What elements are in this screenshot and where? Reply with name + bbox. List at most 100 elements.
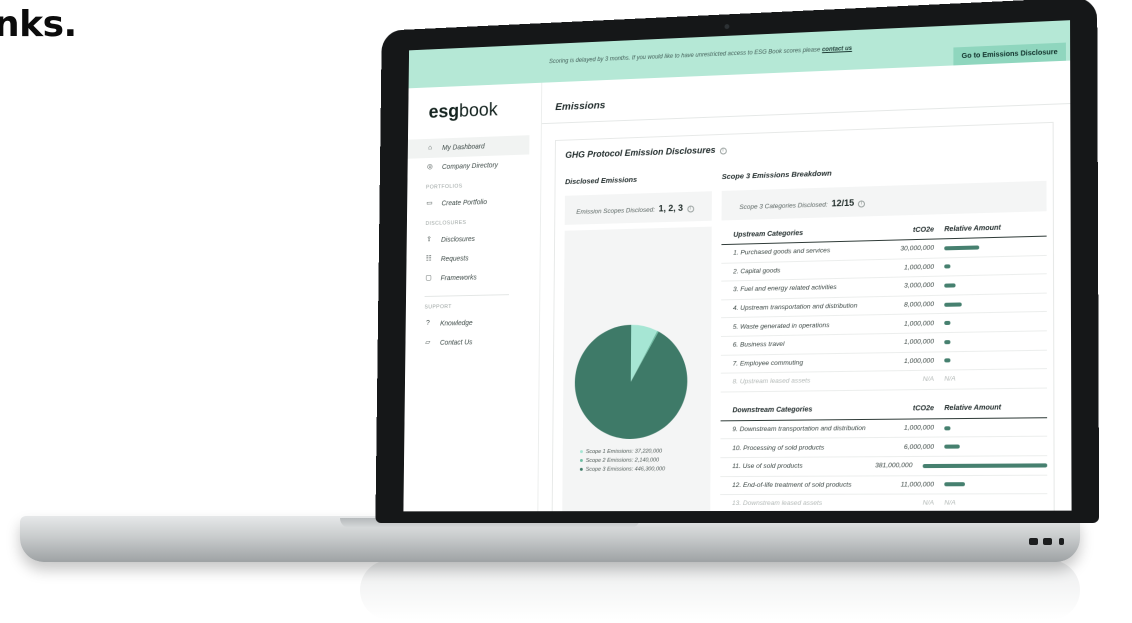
sidebar-item-label: Frameworks xyxy=(440,274,477,282)
usb-port-icon xyxy=(1043,538,1052,545)
emissions-chart-area: Scope 1 Emissions: 37,220,000 Scope 2 Emi… xyxy=(562,226,712,512)
legend-label: Scope 2 Emissions: 2,140,000 xyxy=(585,457,660,464)
category-value: 1,000,000 xyxy=(903,357,935,365)
legend-label: Scope 1 Emissions: 37,220,000 xyxy=(585,448,663,455)
usb-port-icon xyxy=(1029,538,1038,545)
category-value: 11,000,000 xyxy=(900,481,935,489)
camera-icon xyxy=(724,24,730,30)
esgbook-logo[interactable]: esgbook xyxy=(429,99,530,124)
category-value: N/A xyxy=(922,500,935,508)
category-name: 1. Purchased goods and services xyxy=(733,247,831,257)
sidebar-divider xyxy=(424,294,510,297)
info-icon[interactable]: i xyxy=(686,205,694,213)
category-name: 2. Capital goods xyxy=(733,267,781,276)
laptop-reflection xyxy=(360,560,1080,620)
relative-amount-bar xyxy=(944,264,951,269)
sidebar-item-label: Disclosures xyxy=(441,235,475,244)
relative-amount xyxy=(942,262,1047,269)
table-row: 9. Downstream transportation and distrib… xyxy=(720,417,1048,440)
banner-text: Scoring is delayed by 3 months. If you w… xyxy=(549,47,821,66)
legend-dot-icon xyxy=(579,467,583,471)
table-row: 8. Upstream leased assets N/A N/A xyxy=(720,369,1048,393)
disclosed-emissions-title: Disclosed Emissions xyxy=(565,175,638,187)
relative-amount-bar xyxy=(922,463,1048,468)
scope3-categories-label: Scope 3 Categories Disclosed: xyxy=(739,201,828,212)
relative-amount xyxy=(942,482,1047,487)
pie-slice-scope-3[interactable] xyxy=(574,323,688,440)
relative-amount-bar xyxy=(944,283,956,288)
sidebar-item-label: Knowledge xyxy=(440,319,473,327)
downstream-table: Downstream Categories tCO2e Relative Amo… xyxy=(720,398,1048,512)
folder-icon: ▢ xyxy=(425,274,432,282)
headphone-port-icon xyxy=(1059,538,1064,545)
legend-label: Scope 3 Emissions: 446,300,000 xyxy=(585,465,666,473)
laptop-screen: Scoring is delayed by 3 months. If you w… xyxy=(403,20,1072,512)
relative-amount xyxy=(942,338,1047,344)
category-name: 9. Downstream transportation and distrib… xyxy=(732,425,866,434)
info-icon[interactable]: i xyxy=(719,147,727,155)
sidebar-item-knowledge[interactable]: ? Knowledge xyxy=(406,312,528,334)
emissions-pie-chart xyxy=(574,323,688,440)
sidebar-section-support: SUPPORT xyxy=(424,304,452,311)
category-name: 11. Use of sold products xyxy=(732,462,803,471)
sidebar-item-contact-us[interactable]: ▱ Contact Us xyxy=(405,332,527,353)
relative-amount-bar xyxy=(944,425,951,430)
scope3-categories-value: 12/15 xyxy=(831,197,855,209)
sidebar-section-disclosures: DISCLOSURES xyxy=(425,219,467,227)
sidebar-item-create-portfolio[interactable]: ▭ Create Portfolio xyxy=(407,191,529,214)
relative-amount xyxy=(942,425,1047,430)
relative-amount xyxy=(942,319,1047,326)
relative-amount xyxy=(942,357,1047,363)
category-value: 1,000,000 xyxy=(904,338,935,347)
pie-legend: Scope 1 Emissions: 37,220,000 Scope 2 Emi… xyxy=(566,447,665,474)
table-row: 11. Use of sold products 381,000,000 xyxy=(720,456,1048,477)
scope3-breakdown-section: Scope 3 Emissions Breakdown Scope 3 Cate… xyxy=(720,153,1048,512)
legend-item: Scope 3 Emissions: 446,300,000 xyxy=(566,464,665,473)
category-value: 381,000,000 xyxy=(875,462,913,470)
category-value: 6,000,000 xyxy=(903,443,935,451)
category-value: 30,000,000 xyxy=(900,244,935,253)
relative-amount xyxy=(942,300,1047,307)
relative-amount-bar xyxy=(944,245,979,251)
scopes-disclosed-box: Emission Scopes Disclosed: 1, 2, 3i xyxy=(564,191,712,225)
sidebar-section-portfolios: PORTFOLIOS xyxy=(425,183,463,191)
sidebar-item-label: Requests xyxy=(440,255,469,263)
relative-amount: N/A xyxy=(944,375,956,384)
document-icon: ▭ xyxy=(426,199,433,207)
category-name: 4. Upstream transportation and distribut… xyxy=(732,302,858,313)
scope3-breakdown-title: Scope 3 Emissions Breakdown xyxy=(721,168,832,182)
contact-us-link[interactable]: contact us xyxy=(822,46,852,53)
relative-amount-bar xyxy=(944,482,966,487)
sidebar-item-label: Company Directory xyxy=(441,161,499,171)
sidebar-item-label: Create Portfolio xyxy=(441,198,488,207)
headline-text: nks. xyxy=(0,4,77,45)
relative-amount-bar xyxy=(944,302,963,307)
category-name: 12. End-of-life treatment of sold produc… xyxy=(732,481,852,489)
category-value: 1,000,000 xyxy=(904,263,935,272)
category-value: N/A xyxy=(922,376,935,384)
search-icon: ◎ xyxy=(426,163,433,171)
sidebar-item-frameworks[interactable]: ▢ Frameworks xyxy=(406,267,528,289)
relative-amount: N/A xyxy=(944,499,956,508)
table-row: 13. Downstream leased assets N/A N/A xyxy=(720,494,1048,512)
question-icon: ? xyxy=(426,319,430,327)
legend-dot-icon xyxy=(579,459,583,462)
main-content: Emissions GHG Protocol Emission Disclosu… xyxy=(537,60,1072,512)
disclosed-emissions-section: Disclosed Emissions Emission Scopes Disc… xyxy=(562,165,712,512)
category-name: 6. Business travel xyxy=(732,341,785,349)
sidebar-item-company-directory[interactable]: ◎ Company Directory xyxy=(407,154,529,177)
list-icon: ☷ xyxy=(425,255,432,263)
page-title: Emissions xyxy=(555,99,606,114)
home-icon: ⌂ xyxy=(428,144,433,152)
legend-dot-icon xyxy=(580,450,583,454)
relative-amount xyxy=(942,444,1047,449)
relative-amount xyxy=(942,244,1046,251)
chat-icon: ▱ xyxy=(425,339,431,347)
scope3-categories-box: Scope 3 Categories Disclosed: 12/15 i xyxy=(721,180,1047,221)
info-icon[interactable]: i xyxy=(858,200,866,208)
relative-amount xyxy=(942,281,1047,288)
category-value: 1,000,000 xyxy=(903,424,935,432)
table-row: 12. End-of-life treatment of sold produc… xyxy=(720,475,1048,496)
laptop-lid: Scoring is delayed by 3 months. If you w… xyxy=(375,0,1100,524)
sidebar-nav: ⌂ My Dashboard ◎ Company Directory PORTF… xyxy=(405,135,530,353)
